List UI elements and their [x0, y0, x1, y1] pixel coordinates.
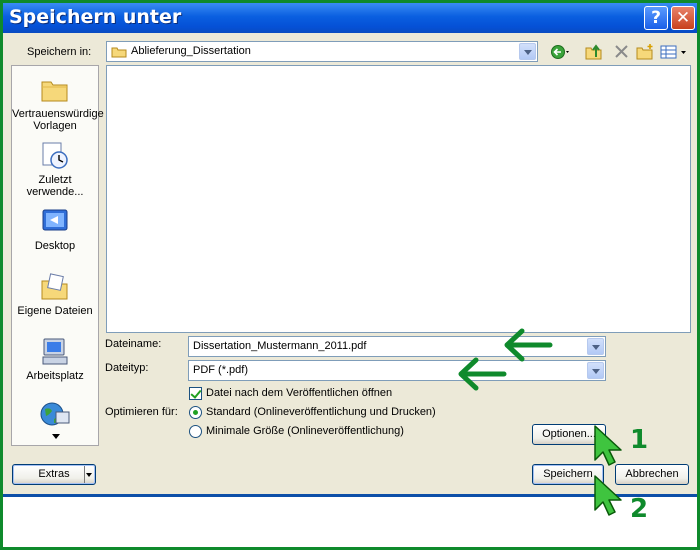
chevron-down-icon[interactable]	[587, 362, 604, 379]
filetype-label: Dateityp:	[105, 362, 149, 374]
help-button[interactable]: ?	[644, 6, 668, 30]
tools-button[interactable]: Extras	[12, 464, 96, 485]
arrow-left-icon	[458, 357, 507, 391]
optimize-minimal-radio[interactable]	[189, 425, 202, 438]
place-label: Vertrauenswürdige Vorlagen	[12, 108, 104, 132]
optimize-minimal-label: Minimale Größe (Onlineveröffentlichung)	[206, 425, 404, 437]
optimize-standard-radio[interactable]	[189, 406, 202, 419]
step-1-label: 1	[630, 425, 649, 455]
close-button[interactable]: ✕	[671, 6, 695, 30]
new-folder-icon[interactable]	[635, 43, 655, 61]
cursor-arrow-icon	[594, 425, 622, 466]
tools-label: Extras	[38, 468, 70, 480]
open-after-publish-label: Datei nach dem Veröffentlichen öffnen	[206, 387, 393, 399]
back-icon[interactable]	[550, 43, 570, 61]
arrow-left-icon	[504, 328, 553, 362]
open-after-publish-checkbox[interactable]	[189, 387, 202, 400]
file-list[interactable]	[106, 65, 691, 333]
place-item-my-documents[interactable]: Eigene Dateien	[12, 271, 98, 317]
network-icon	[40, 402, 70, 426]
optimize-label: Optimieren für:	[105, 406, 178, 418]
filetype-value: PDF (*.pdf)	[193, 364, 249, 376]
place-label: Zuletzt verwende...	[26, 174, 84, 198]
place-label: Eigene Dateien	[17, 305, 93, 317]
place-item-my-computer[interactable]: Arbeitsplatz	[12, 336, 98, 382]
chevron-down-icon[interactable]	[84, 466, 93, 483]
places-bar: Vertrauenswürdige Vorlagen Zuletzt verwe…	[11, 65, 104, 446]
view-menu-icon[interactable]	[659, 43, 689, 61]
title-bar[interactable]: Speichern unter ? ✕	[3, 3, 697, 33]
my-documents-icon	[41, 273, 68, 300]
save-in-value: Ablieferung_Dissertation	[131, 45, 251, 57]
delete-icon[interactable]	[612, 43, 632, 61]
cursor-arrow-icon	[594, 475, 622, 516]
place-label: Desktop	[34, 240, 76, 252]
save-in-combo[interactable]: Ablieferung_Dissertation	[106, 41, 538, 62]
place-item-network[interactable]	[12, 399, 98, 433]
folder-icon	[111, 47, 127, 58]
chevron-down-icon[interactable]	[587, 338, 604, 355]
place-item-recent[interactable]: Zuletzt verwende...	[12, 140, 98, 198]
optimize-standard-label: Standard (Onlineveröffentlichung und Dru…	[206, 406, 436, 418]
up-folder-icon[interactable]	[584, 43, 604, 61]
filename-value: Dissertation_Mustermann_2011.pdf	[193, 340, 367, 352]
scroll-down-icon[interactable]	[52, 434, 60, 439]
recent-documents-icon	[42, 142, 68, 169]
window-title: Speichern unter	[9, 6, 182, 28]
step-2-label: 2	[630, 494, 649, 524]
save-in-label: Speichern in:	[27, 46, 92, 58]
desktop-icon	[42, 209, 68, 231]
my-computer-icon	[42, 338, 68, 365]
place-label: Arbeitsplatz	[26, 370, 84, 382]
place-item-trusted-templates[interactable]: Vertrauenswürdige Vorlagen	[12, 74, 104, 132]
folder-icon	[41, 81, 68, 102]
cancel-button[interactable]: Abbrechen	[615, 464, 689, 485]
filename-label: Dateiname:	[105, 338, 162, 350]
place-item-desktop[interactable]: Desktop	[12, 206, 98, 252]
chevron-down-icon[interactable]	[519, 43, 536, 60]
